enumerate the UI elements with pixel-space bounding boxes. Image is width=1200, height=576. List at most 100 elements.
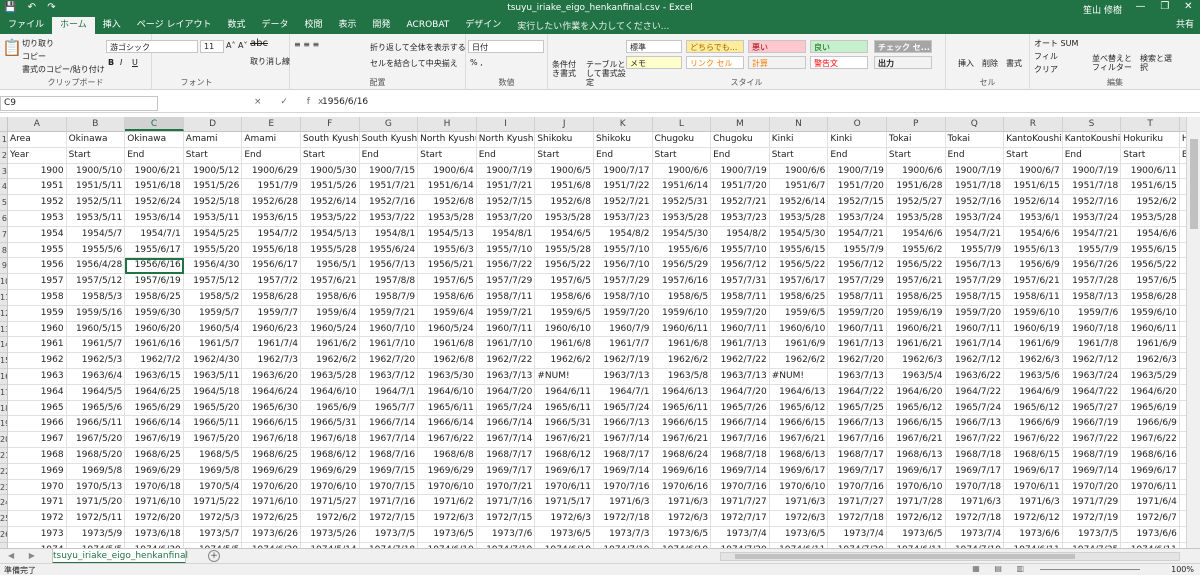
cell[interactable]: 1952/6/14 — [769, 195, 829, 211]
cell-area[interactable]: Area Okinawa Okinawa Amami Amami South Kyushu… — [8, 132, 1200, 548]
cell[interactable]: 1973 — [8, 526, 67, 543]
cell[interactable]: 1900/5/30 — [300, 163, 360, 180]
cell[interactable]: 1961/7/10 — [359, 337, 419, 354]
cell[interactable]: 1967/7/14 — [359, 432, 419, 448]
cell[interactable]: 1959/7/20 — [711, 305, 770, 322]
cell[interactable]: 1969/6/16 — [652, 463, 712, 480]
cell[interactable]: 1957 — [8, 274, 67, 290]
minimize-icon[interactable]: — — [1135, 1, 1145, 12]
cell[interactable]: 1968/5/20 — [66, 447, 126, 464]
cell[interactable]: 1973/6/5 — [535, 526, 594, 543]
tell-me-search[interactable]: 実行したい作業を入力してください... — [509, 19, 677, 32]
cell[interactable]: 1972/7/15 — [359, 511, 419, 527]
column-header[interactable]: H — [418, 117, 477, 131]
cell[interactable]: 1954/7/21 — [945, 226, 1005, 243]
cell[interactable]: 1955/6/18 — [242, 242, 301, 259]
cell[interactable]: 1970/7/16 — [828, 479, 887, 496]
cell[interactable]: 1960/5/24 — [300, 321, 360, 338]
cell[interactable]: 1966/6/14 — [418, 416, 477, 433]
cell[interactable]: 1959/6/5 — [535, 305, 594, 322]
cell[interactable]: 1965/7/7 — [359, 400, 419, 417]
cell[interactable]: 1951/6/15 — [1121, 179, 1180, 196]
cell[interactable]: 1966/5/31 — [535, 416, 594, 433]
font-size-field[interactable]: 11 — [200, 40, 224, 53]
style-calc[interactable]: 計算 — [748, 56, 806, 69]
cell[interactable]: 1951/6/14 — [418, 179, 477, 196]
cell[interactable]: 1970/7/16 — [593, 479, 653, 496]
cell[interactable]: 1951/6/15 — [1004, 179, 1063, 196]
ribbon-tab[interactable]: デザイン — [457, 17, 509, 34]
cell[interactable]: 1900/7/17 — [593, 163, 653, 180]
conditional-format-button[interactable]: 条件付き書式 — [552, 60, 582, 78]
cell[interactable]: 1968/6/12 — [300, 447, 360, 464]
cell[interactable]: 1900/7/15 — [359, 163, 419, 180]
cell[interactable]: 1956/5/22 — [1121, 258, 1180, 275]
style-neutral[interactable]: どちらでも... — [686, 40, 744, 53]
cell[interactable]: 1970/6/18 — [125, 479, 184, 496]
cell[interactable]: 1968/6/12 — [535, 447, 594, 464]
cell[interactable]: 1961/6/16 — [125, 337, 184, 354]
cell[interactable]: 1954/6/5 — [535, 226, 594, 243]
cell[interactable]: 1962/6/2 — [300, 353, 360, 369]
cell[interactable]: 1973/5/26 — [300, 526, 360, 543]
cell[interactable]: 1967/7/16 — [711, 432, 770, 448]
cell[interactable]: 1952/6/28 — [242, 195, 301, 211]
column-header[interactable]: N — [770, 117, 829, 131]
cell[interactable]: 1954/6/6 — [886, 226, 946, 243]
row-header[interactable]: 6 — [0, 211, 7, 227]
cell[interactable]: 1953/7/24 — [828, 210, 887, 227]
cell[interactable]: 1972/7/15 — [476, 511, 536, 527]
cell[interactable]: 1952/5/31 — [652, 195, 712, 211]
cell[interactable]: 1966/6/14 — [125, 416, 184, 433]
cell[interactable]: 1958/6/25 — [769, 289, 829, 306]
cell[interactable]: 1958/6/11 — [1004, 289, 1063, 306]
style-link[interactable]: リンク セル — [686, 56, 744, 69]
cell[interactable]: 1959/7/7 — [242, 305, 301, 322]
cell[interactable]: 1956/6/16 — [125, 258, 184, 275]
cell[interactable]: 1952/6/14 — [300, 195, 360, 211]
cell[interactable]: 1955/6/2 — [886, 242, 946, 259]
cell[interactable]: 1966/5/31 — [300, 416, 360, 433]
cell[interactable]: 1957/6/21 — [1004, 274, 1063, 290]
align-top-icon[interactable]: ≡ ≡ ≡ — [294, 40, 319, 49]
cell[interactable]: 1966/7/13 — [945, 416, 1005, 433]
cell[interactable]: 1973/7/6 — [476, 526, 536, 543]
cell[interactable]: 1958/7/11 — [476, 289, 536, 306]
cell[interactable]: 1900/7/19 — [945, 163, 1005, 180]
row-header[interactable]: 19 — [0, 416, 7, 433]
row-header[interactable]: 21 — [0, 448, 7, 464]
cell[interactable]: KantoKoushin — [1004, 132, 1063, 148]
cell[interactable]: 1957/7/29 — [593, 274, 653, 290]
cell[interactable]: 1969/6/17 — [1121, 463, 1180, 480]
style-warning[interactable]: 警告文 — [810, 56, 868, 69]
cell[interactable]: 1953/7/20 — [476, 210, 536, 227]
style-bad[interactable]: 悪い — [748, 40, 806, 53]
cell[interactable]: 1953/5/28 — [1121, 210, 1180, 227]
cell[interactable]: 1964/7/22 — [945, 384, 1005, 401]
cell[interactable]: 1970/7/15 — [359, 479, 419, 496]
column-header[interactable]: C — [125, 117, 184, 131]
cell[interactable]: 1966/7/19 — [1062, 416, 1122, 433]
column-header[interactable]: M — [711, 117, 770, 131]
cell[interactable]: 1965/6/19 — [1121, 400, 1180, 417]
cell[interactable]: 1963/5/8 — [652, 368, 712, 385]
cell[interactable]: 1952/5/18 — [183, 195, 243, 211]
cell[interactable]: 1969/6/17 — [535, 463, 594, 480]
copy-button[interactable]: コピー — [22, 51, 46, 62]
cell[interactable]: 1960/5/24 — [418, 321, 477, 338]
cell[interactable]: 1959/7/20 — [593, 305, 653, 322]
cell[interactable]: 1951/6/7 — [769, 179, 829, 196]
cell[interactable]: 1972/6/3 — [769, 511, 829, 527]
cell[interactable]: 1962/6/2 — [535, 353, 594, 369]
cell[interactable]: 1952/6/8 — [418, 195, 477, 211]
cell[interactable]: 1970/6/11 — [1004, 479, 1063, 496]
cell[interactable]: 1968/6/25 — [242, 447, 301, 464]
cell[interactable]: Okinawa — [66, 132, 126, 148]
cell[interactable]: 1967/6/21 — [886, 432, 946, 448]
row-header[interactable]: 10 — [0, 274, 7, 290]
cell[interactable]: 1972/6/3 — [652, 511, 712, 527]
cell[interactable]: 1951/5/26 — [300, 179, 360, 196]
cell[interactable]: 1967/6/22 — [418, 432, 477, 448]
cell[interactable]: 1959/6/4 — [418, 305, 477, 322]
cell[interactable]: 1963/5/30 — [418, 368, 477, 385]
